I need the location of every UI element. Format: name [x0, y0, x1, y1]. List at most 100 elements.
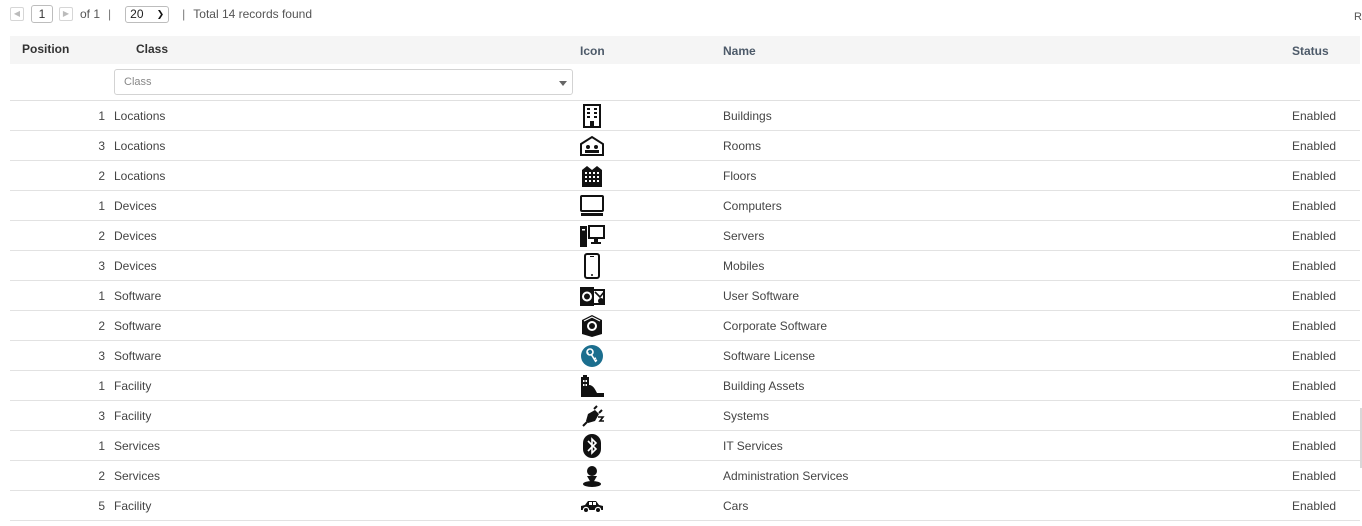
record-count: Total 14 records found: [193, 7, 313, 21]
class-cell: Locations: [114, 139, 166, 153]
computer-icon: [579, 191, 605, 220]
position-cell: 3: [98, 409, 105, 423]
pagination-bar: ◀ 1 ▶ of 1 | 20 ❯ | Total 14 records fou…: [10, 4, 312, 24]
class-cell: Facility: [114, 409, 152, 423]
page-number-input[interactable]: 1: [31, 5, 53, 23]
name-cell[interactable]: Administration Services: [723, 461, 848, 490]
status-cell: Enabled: [1292, 469, 1337, 483]
status-cell: Enabled: [1292, 109, 1337, 123]
position-cell: 1: [98, 439, 105, 453]
chevron-left-icon: ◀: [13, 9, 21, 18]
class-filter-select[interactable]: Class: [114, 69, 573, 95]
status-cell: Enabled: [1292, 139, 1337, 153]
status-cell: Enabled: [1292, 289, 1337, 303]
pager-separator: |: [108, 7, 112, 21]
chevron-right-icon: ▶: [62, 9, 70, 18]
position-cell: 2: [98, 169, 105, 183]
license-key-icon: [579, 341, 605, 370]
class-cell: Locations: [114, 169, 166, 183]
name-cell[interactable]: Computers: [723, 191, 782, 220]
position-cell: 3: [98, 259, 105, 273]
page-size-value: 20: [130, 7, 144, 21]
table-header: Position Class Icon Name Status: [10, 36, 1360, 64]
status-cell: Enabled: [1292, 349, 1337, 363]
table-row[interactable]: 1 Facility Building Assets Enabled: [10, 371, 1360, 401]
name-cell[interactable]: Cars: [723, 491, 748, 520]
position-cell: 3: [98, 349, 105, 363]
status-cell: Enabled: [1292, 199, 1337, 213]
table-row[interactable]: 2 Services Administration Services Enabled: [10, 461, 1360, 491]
table-row[interactable]: 1 Locations Buildings Enabled: [10, 101, 1360, 131]
class-cell: Services: [114, 439, 161, 453]
name-cell[interactable]: Rooms: [723, 131, 761, 160]
position-cell: 2: [98, 469, 105, 483]
table-row[interactable]: 3 Software Software License Enabled: [10, 341, 1360, 371]
status-cell: Enabled: [1292, 169, 1337, 183]
prev-page-button[interactable]: ◀: [10, 7, 24, 21]
name-cell[interactable]: User Software: [723, 281, 799, 310]
caret-down-icon: [559, 81, 567, 86]
car-icon: [579, 491, 605, 520]
position-cell: 1: [98, 289, 105, 303]
name-cell[interactable]: Systems: [723, 401, 769, 430]
class-cell: Locations: [114, 109, 166, 123]
status-cell: Enabled: [1292, 439, 1337, 453]
page-count-label: of 1: [80, 7, 101, 21]
chevron-down-icon: ❯: [156, 8, 165, 19]
name-cell[interactable]: Floors: [723, 161, 756, 190]
column-header-position[interactable]: Position: [22, 42, 69, 56]
page-size-select[interactable]: 20 ❯: [125, 5, 170, 23]
status-cell: Enabled: [1292, 259, 1337, 273]
room-icon: [579, 131, 605, 160]
name-cell[interactable]: Software License: [723, 341, 815, 370]
person-pin-icon: [579, 461, 605, 490]
position-cell: 5: [98, 499, 105, 513]
status-cell: Enabled: [1292, 229, 1337, 243]
corporate-software-icon: [579, 311, 605, 340]
next-page-button[interactable]: ▶: [59, 7, 73, 21]
table-row[interactable]: 2 Software Corporate Software Enabled: [10, 311, 1360, 341]
column-header-class[interactable]: Class: [136, 42, 168, 56]
status-cell: Enabled: [1292, 409, 1337, 423]
name-cell[interactable]: Mobiles: [723, 251, 764, 280]
table-row[interactable]: 1 Devices Computers Enabled: [10, 191, 1360, 221]
class-cell: Facility: [114, 499, 152, 513]
class-cell: Software: [114, 319, 162, 333]
pager-separator-2: |: [182, 7, 186, 21]
floors-icon: [579, 161, 605, 190]
user-software-icon: [579, 281, 605, 310]
table-row[interactable]: 5 Facility Cars Enabled: [10, 491, 1360, 521]
class-cell: Devices: [114, 229, 157, 243]
name-cell[interactable]: IT Services: [723, 431, 783, 460]
building-assets-icon: [579, 371, 605, 400]
class-cell: Services: [114, 469, 161, 483]
class-cell: Facility: [114, 379, 152, 393]
status-cell: Enabled: [1292, 499, 1337, 513]
position-cell: 2: [98, 319, 105, 333]
position-cell: 3: [98, 139, 105, 153]
name-cell[interactable]: Corporate Software: [723, 311, 827, 340]
position-cell: 2: [98, 229, 105, 243]
column-header-name[interactable]: Name: [723, 44, 756, 58]
table-row[interactable]: 1 Software User Software Enabled: [10, 281, 1360, 311]
column-header-icon: Icon: [580, 44, 605, 58]
table-row[interactable]: 3 Locations Rooms Enabled: [10, 131, 1360, 161]
table-row[interactable]: 3 Facility Systems Enabled: [10, 401, 1360, 431]
table-row[interactable]: 1 Services IT Services Enabled: [10, 431, 1360, 461]
name-cell[interactable]: Building Assets: [723, 371, 804, 400]
column-header-status[interactable]: Status: [1292, 44, 1329, 58]
table-row[interactable]: 2 Locations Floors Enabled: [10, 161, 1360, 191]
server-icon: [579, 221, 605, 250]
status-cell: Enabled: [1292, 379, 1337, 393]
plug-icon: [579, 401, 605, 430]
table-row[interactable]: 2 Devices Servers Enabled: [10, 221, 1360, 251]
name-cell[interactable]: Servers: [723, 221, 764, 250]
name-cell[interactable]: Buildings: [723, 101, 772, 130]
position-cell: 1: [98, 379, 105, 393]
class-cell: Devices: [114, 199, 157, 213]
bluetooth-icon: [579, 431, 605, 460]
table-row[interactable]: 3 Devices Mobiles Enabled: [10, 251, 1360, 281]
building-icon: [579, 101, 605, 130]
position-cell: 1: [98, 199, 105, 213]
position-cell: 1: [98, 109, 105, 123]
